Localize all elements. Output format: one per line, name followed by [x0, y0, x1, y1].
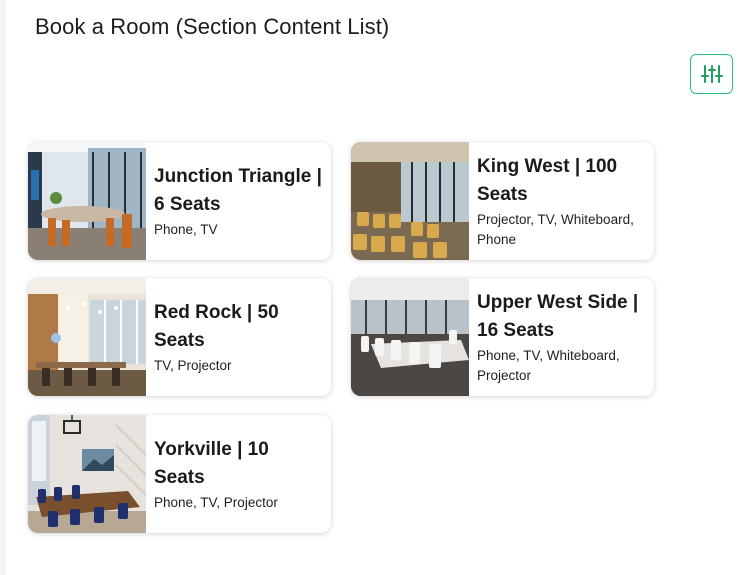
- room-card-body: King West | 100 Seats Projector, TV, Whi…: [469, 142, 654, 260]
- room-amenities: Projector, TV, Whiteboard, Phone: [477, 211, 634, 247]
- page: Book a Room (Section Content List) Junct…: [0, 0, 754, 575]
- room-card-king-west[interactable]: King West | 100 Seats Projector, TV, Whi…: [351, 142, 654, 260]
- room-card-yorkville[interactable]: Yorkville | 10 Seats Phone, TV, Projecto…: [28, 415, 331, 533]
- room-card-junction-triangle[interactable]: Junction Triangle | 6 Seats Phone, TV: [28, 142, 331, 260]
- room-card-upper-west-side[interactable]: Upper West Side | 16 Seats Phone, TV, Wh…: [351, 278, 654, 396]
- room-card-body: Red Rock | 50 Seats TV, Projector: [146, 278, 331, 396]
- room-amenities: Phone, TV, Whiteboard, Projector: [477, 347, 620, 383]
- room-photo: [28, 278, 146, 396]
- room-card-body: Junction Triangle | 6 Seats Phone, TV: [146, 142, 331, 260]
- room-title: King West | 100 Seats: [477, 155, 618, 205]
- room-amenities: TV, Projector: [154, 357, 232, 373]
- room-card-body: Yorkville | 10 Seats Phone, TV, Projecto…: [146, 415, 331, 533]
- room-title: Junction Triangle | 6 Seats: [154, 165, 322, 215]
- room-title: Red Rock | 50 Seats: [154, 301, 279, 351]
- room-photo: [351, 278, 469, 396]
- room-amenities: Phone, TV, Projector: [154, 494, 278, 510]
- filter-button[interactable]: [690, 54, 733, 94]
- room-photo: [28, 142, 146, 260]
- room-card-body: Upper West Side | 16 Seats Phone, TV, Wh…: [469, 278, 654, 396]
- room-title: Yorkville | 10 Seats: [154, 438, 269, 488]
- sliders-icon: [700, 65, 723, 83]
- room-title: Upper West Side | 16 Seats: [477, 291, 639, 341]
- room-photo: [351, 142, 469, 260]
- room-amenities: Phone, TV: [154, 221, 218, 237]
- room-card-red-rock[interactable]: Red Rock | 50 Seats TV, Projector: [28, 278, 331, 396]
- room-photo: [28, 415, 146, 533]
- page-title: Book a Room (Section Content List): [35, 14, 390, 39]
